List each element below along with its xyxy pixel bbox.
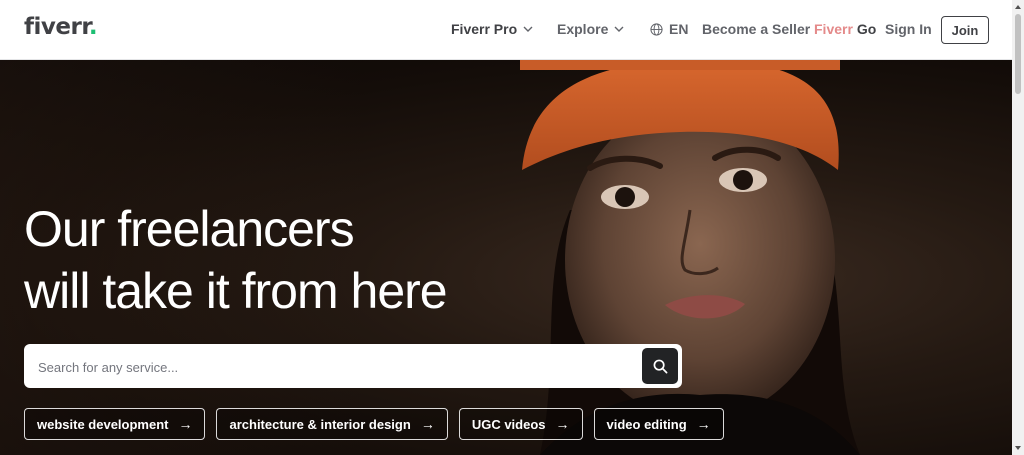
logo-dot: . xyxy=(88,14,98,40)
search-input[interactable] xyxy=(36,344,640,390)
chevron-down-icon xyxy=(523,26,533,32)
tag-label: website development xyxy=(37,416,169,432)
top-navigation-bar: fiverr. Fiverr Pro Explore EN Become a S… xyxy=(0,0,1012,60)
tag-label: video editing xyxy=(606,416,687,432)
tag-ugc-videos[interactable]: UGC videos → xyxy=(458,408,583,440)
fiverr-logo[interactable]: fiverr. xyxy=(24,14,98,40)
popular-tags: website development → architecture & int… xyxy=(24,408,724,440)
logo-text: fiverr xyxy=(24,14,89,40)
scroll-down-icon[interactable] xyxy=(1014,444,1022,452)
language-selector[interactable]: EN xyxy=(650,21,688,37)
join-label: Join xyxy=(951,22,979,38)
tag-architecture-interior-design[interactable]: architecture & interior design → xyxy=(216,408,448,440)
chevron-down-icon xyxy=(614,26,624,32)
globe-icon xyxy=(650,22,663,36)
arrow-right-icon: → xyxy=(420,416,435,432)
search-bar xyxy=(24,344,682,390)
tag-label: UGC videos xyxy=(471,416,546,432)
hero-headline-line-2: will take it from here xyxy=(24,263,448,319)
fiverr-go-suffix: Go xyxy=(856,21,877,37)
explore-menu[interactable]: Explore xyxy=(557,21,624,37)
sign-in-link[interactable]: Sign In xyxy=(885,21,932,37)
vertical-scrollbar[interactable] xyxy=(1012,0,1024,455)
fiverr-go-link[interactable]: Fiverr Go xyxy=(814,21,876,37)
sign-in-label: Sign In xyxy=(885,21,932,37)
search-button[interactable] xyxy=(642,348,678,384)
fiverr-go-label: Fiverr Go xyxy=(814,21,876,37)
tag-video-editing[interactable]: video editing → xyxy=(593,408,724,440)
search-icon xyxy=(653,359,667,373)
fiverr-go-prefix: Fiverr xyxy=(814,21,853,37)
hero-person-image xyxy=(520,60,860,455)
scrollbar-thumb[interactable] xyxy=(1015,14,1021,94)
tag-website-development[interactable]: website development → xyxy=(24,408,206,440)
hero-banner: Our freelancers will take it from here w… xyxy=(0,60,1012,455)
fiverr-pro-label: Fiverr Pro xyxy=(451,21,518,37)
become-seller-link[interactable]: Become a Seller xyxy=(702,21,810,37)
arrow-right-icon: → xyxy=(178,416,193,432)
join-button[interactable]: Join xyxy=(941,16,989,44)
arrow-right-icon: → xyxy=(555,416,570,432)
explore-label: Explore xyxy=(557,21,609,37)
tag-label: architecture & interior design xyxy=(229,416,411,432)
hero-headline-line-1: Our freelancers xyxy=(24,201,355,257)
arrow-right-icon: → xyxy=(696,416,711,432)
become-seller-label: Become a Seller xyxy=(702,21,811,37)
scroll-up-icon[interactable] xyxy=(1014,3,1022,11)
language-label: EN xyxy=(669,21,689,37)
hero-headline: Our freelancers will take it from here xyxy=(24,198,448,322)
fiverr-pro-menu[interactable]: Fiverr Pro xyxy=(451,21,533,37)
